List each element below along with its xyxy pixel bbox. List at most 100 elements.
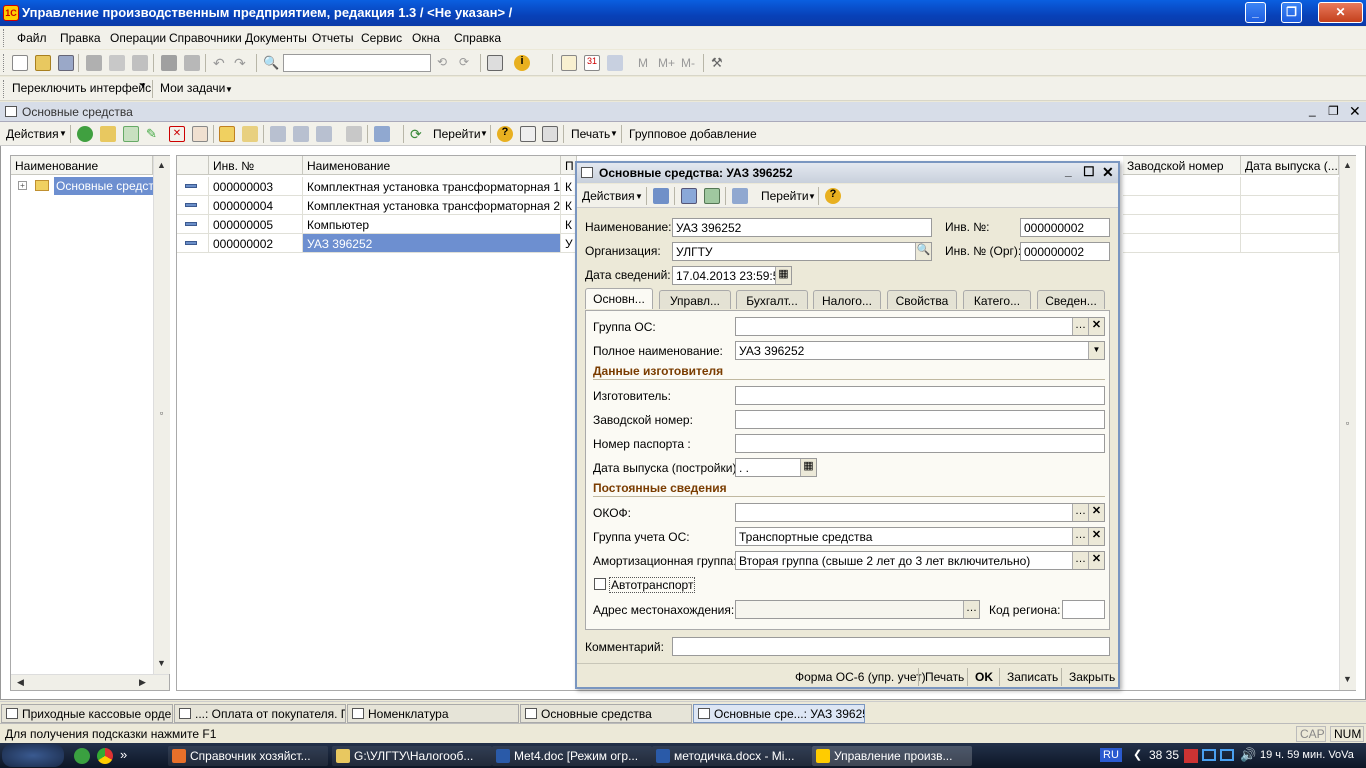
refresh-icon[interactable]: ⟳ [410,126,426,142]
menu-reports[interactable]: Отчеты [312,31,353,45]
tree-root-item[interactable]: Основные средства [54,177,153,195]
region-input[interactable] [1062,600,1105,619]
tree-header[interactable]: Наименование [11,156,153,175]
date-input[interactable]: 17.04.2013 23:59:59 ▦ [672,266,792,285]
search-icon[interactable]: 🔍 [263,55,279,71]
dialog-print-button[interactable]: Печать [925,670,964,684]
taskbar-item-1c[interactable]: Управление произв... [812,746,972,766]
group-add-button[interactable]: Групповое добавление [629,127,757,141]
tree-hscrollbar[interactable]: ◀ ▶ [11,674,169,690]
calendar-icon[interactable]: ▦ [775,267,791,284]
tab-categories[interactable]: Катего... [963,290,1031,309]
chrome-icon[interactable] [97,748,113,764]
list-minimize-button[interactable]: _ [1309,103,1316,117]
dialog-maximize-button[interactable]: ☐ [1083,164,1095,180]
memory-plus-button[interactable]: M+ [658,56,675,70]
redo-icon[interactable]: ↷ [234,55,250,71]
tab-tax[interactable]: Налого... [813,290,881,309]
maximize-button[interactable]: ❐ [1281,2,1302,23]
menu-service[interactable]: Сервис [361,31,402,45]
taskbar-item-word2[interactable]: методичка.docx - Mi... [652,746,812,766]
tab-properties[interactable]: Свойства [887,290,957,309]
table-header-name[interactable]: Наименование [303,156,561,175]
minimize-button[interactable]: _ [1245,2,1266,23]
info-icon[interactable]: i [514,55,530,71]
print-menu-button[interactable]: Печать [571,127,610,141]
chevron-down-icon[interactable]: ▼ [1088,342,1104,359]
window-tab-cash-orders[interactable]: Приходные кассовые ордера [1,704,173,723]
search-icon[interactable]: 🔍 [915,243,931,260]
cut-icon[interactable] [86,55,102,71]
edit-icon[interactable]: ✎ [146,126,162,142]
window-tab-payment[interactable]: ...: Оплата от покупателя. П... [174,704,346,723]
tray-network-icon[interactable] [1202,749,1216,761]
save-icon[interactable] [58,55,74,71]
find-prev-icon[interactable]: ⟳ [459,55,475,71]
scroll-thumb[interactable]: ▫ [154,406,169,421]
show-more-icon[interactable]: » [120,747,127,762]
add-icon[interactable] [77,126,93,142]
language-indicator[interactable]: RU [1100,748,1122,762]
inv-input[interactable]: 000000002 [1020,218,1110,237]
window-tab-fixed-assets[interactable]: Основные средства [520,704,692,723]
maker-input[interactable] [735,386,1105,405]
delete-icon[interactable]: ✕ [169,126,185,142]
filter-list-icon[interactable] [316,126,332,142]
tab-accounting[interactable]: Бухгалт... [736,290,808,309]
ellipsis-icon[interactable]: … [1072,552,1088,569]
tray-network2-icon[interactable] [1220,749,1234,761]
menu-operations[interactable]: Операции [110,31,166,45]
copy-icon[interactable] [109,55,125,71]
table-header-release[interactable]: Дата выпуска (... [1241,156,1339,175]
release-date-input[interactable]: . . ▦ [735,458,817,477]
tab-management[interactable]: Управл... [659,290,731,309]
dialog-minimize-button[interactable]: _ [1065,164,1072,178]
serial-input[interactable] [735,410,1105,429]
start-button[interactable] [2,744,64,767]
address-input[interactable]: … [735,600,980,619]
undo-icon[interactable]: ↶ [213,55,229,71]
ellipsis-icon[interactable]: … [1072,528,1088,545]
clear-filter-icon[interactable] [346,126,362,142]
scroll-down-icon[interactable]: ▼ [1340,672,1355,687]
filter-icon[interactable] [270,126,286,142]
scroll-up-icon[interactable]: ▲ [1340,158,1355,173]
reread-icon[interactable] [681,188,697,204]
menu-documents[interactable]: Документы [245,31,307,45]
print-icon[interactable] [161,55,177,71]
auto-checkbox[interactable] [594,578,606,590]
calendar-icon[interactable]: 31 [584,55,600,71]
ellipsis-icon[interactable]: … [963,601,979,618]
save-button[interactable]: Записать [1007,670,1058,684]
scroll-down-icon[interactable]: ▼ [154,656,169,671]
filter-value-icon[interactable] [293,126,309,142]
dialog-actions-button[interactable]: Действия [582,189,635,203]
auto-label[interactable]: Автотранспорт [609,577,696,593]
move-icon[interactable] [242,126,258,142]
help-icon[interactable]: ? [825,188,841,204]
taskbar-item-firefox[interactable]: Справочник хозяйст... [168,746,328,766]
menu-catalogs[interactable]: Справочники [169,31,242,45]
taskbar-item-word1[interactable]: Met4.doc [Режим огр... [492,746,652,766]
columns-icon[interactable] [520,126,536,142]
search-input[interactable] [283,54,431,72]
account-group-input[interactable]: Транспортные средства … ✕ [735,527,1105,546]
close-button[interactable]: ✕ [1318,2,1363,23]
menu-edit[interactable]: Правка [60,31,101,45]
switch-interface-button[interactable]: Переключить интерфейс [12,81,151,95]
tray-volume-icon[interactable]: 🔊 [1240,747,1256,763]
copy-doc-icon[interactable] [704,188,720,204]
memory-minus-button[interactable]: M- [681,56,695,70]
post-icon[interactable] [653,188,669,204]
expand-icon[interactable]: + [18,181,27,190]
passport-input[interactable] [735,434,1105,453]
tray-chevron-icon[interactable]: ❮ [1133,748,1142,761]
tree-scrollbar[interactable]: ▲ ▫ ▼ [153,156,170,674]
tab-main[interactable]: Основн... [585,288,653,309]
scroll-thumb[interactable]: ▫ [1340,416,1355,431]
mark-delete-icon[interactable] [192,126,208,142]
okof-input[interactable]: … ✕ [735,503,1105,522]
users-icon[interactable] [607,55,623,71]
org-input[interactable]: УЛГТУ 🔍 [672,242,932,261]
my-tasks-button[interactable]: Мои задачи [160,81,225,95]
